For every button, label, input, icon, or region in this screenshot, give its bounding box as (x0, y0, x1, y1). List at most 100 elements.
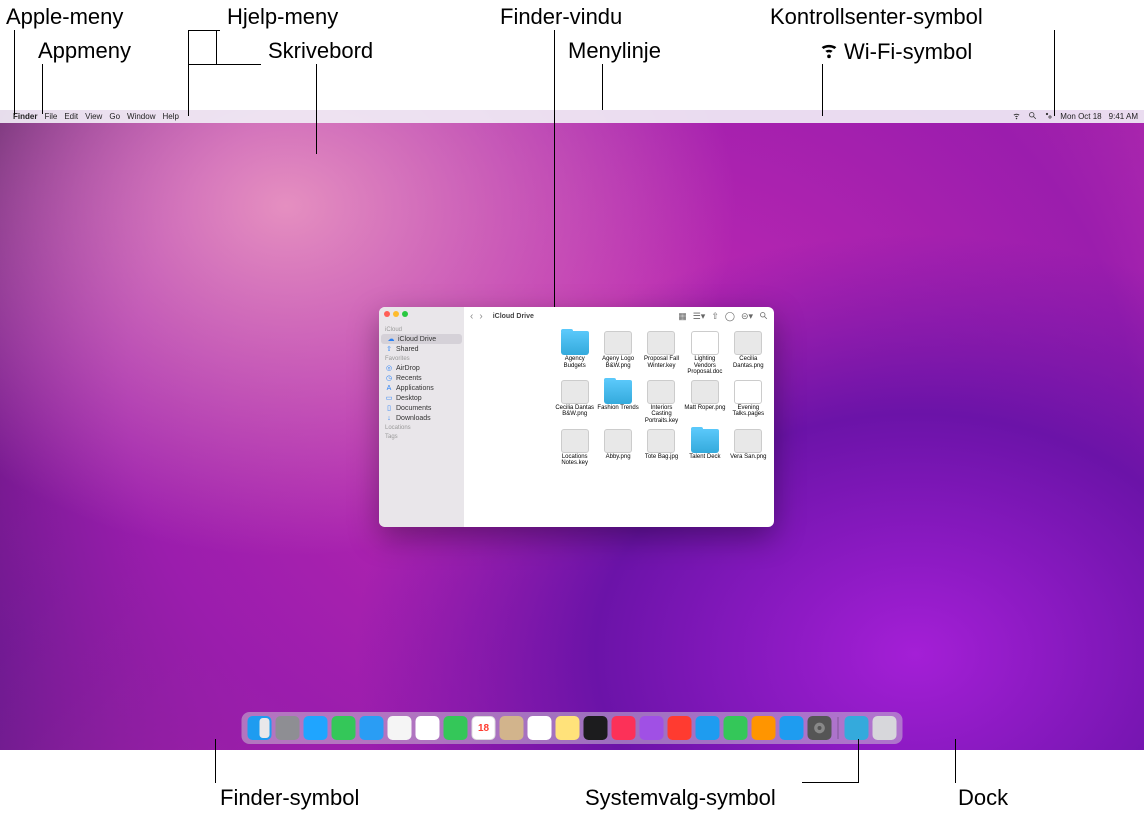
dock-calendar[interactable]: 18 (472, 716, 496, 740)
dock-separator (838, 717, 839, 739)
dock-contacts[interactable] (500, 716, 524, 740)
dock-app-store[interactable] (780, 716, 804, 740)
file-item[interactable]: Talent Deck (683, 429, 726, 467)
app-menu[interactable]: Finder (13, 112, 37, 121)
finder-content: Agency BudgetsAgeny Logo B&W.pngProposal… (549, 325, 774, 527)
file-label: Lighting Vendors Proposal.doc (683, 356, 726, 376)
sidebar-item-shared[interactable]: ⇧Shared (379, 344, 464, 354)
dock-launchpad[interactable] (276, 716, 300, 740)
file-item[interactable]: Abby.png (596, 429, 639, 467)
spotlight-icon[interactable] (1028, 111, 1037, 122)
file-item[interactable]: Locations Notes.key (553, 429, 596, 467)
minimize-button[interactable] (393, 311, 399, 317)
sidebar-item-label: Recents (396, 375, 422, 382)
menu-help[interactable]: Help (162, 112, 178, 121)
dock-numbers[interactable] (724, 716, 748, 740)
file-item[interactable]: Proposal Fall Winter.key (640, 331, 683, 376)
menu-edit[interactable]: Edit (64, 112, 78, 121)
dock-podcasts[interactable] (640, 716, 664, 740)
sidebar-item-applications[interactable]: AApplications (379, 383, 464, 393)
finder-window[interactable]: iCloud☁iCloud Drive⇧SharedFavorites◎AirD… (379, 307, 774, 527)
menu-file[interactable]: File (44, 112, 57, 121)
dock-notes[interactable] (556, 716, 580, 740)
menu-go[interactable]: Go (109, 112, 120, 121)
menu-view[interactable]: View (85, 112, 102, 121)
dock-downloads[interactable] (845, 716, 869, 740)
close-button[interactable] (384, 311, 390, 317)
file-item[interactable]: Fashion Trends (596, 380, 639, 425)
image-icon (734, 429, 762, 453)
sidebar-item-label: Applications (396, 385, 434, 392)
file-item[interactable]: Cecilia Dantas B&W.png (553, 380, 596, 425)
group-button[interactable]: ☰▾ (693, 311, 706, 322)
search-button[interactable] (759, 311, 768, 322)
dock-maps[interactable] (388, 716, 412, 740)
tags-button[interactable]: ◯ (725, 311, 735, 322)
sidebar-item-desktop[interactable]: ▭Desktop (379, 393, 464, 403)
callout-desktop: Skrivebord (268, 38, 373, 64)
dock-mail[interactable] (360, 716, 384, 740)
dock-photos[interactable] (416, 716, 440, 740)
dock-messages[interactable] (332, 716, 356, 740)
sidebar-item-recents[interactable]: ◷Recents (379, 373, 464, 383)
menu-window[interactable]: Window (127, 112, 155, 121)
sidebar-item-airdrop[interactable]: ◎AirDrop (379, 363, 464, 373)
dock-system-preferences[interactable] (808, 716, 832, 740)
file-item[interactable]: Evening Talks.pages (727, 380, 770, 425)
dock-tv[interactable] (584, 716, 608, 740)
file-item[interactable]: Ageny Logo B&W.png (596, 331, 639, 376)
nav-forward-button[interactable]: › (479, 311, 482, 322)
sidebar-item-label: AirDrop (396, 365, 420, 372)
doc-icon: ▯ (385, 404, 393, 412)
callout-help-menu: Hjelp-meny (227, 4, 338, 30)
callout-app-menu: Appmeny (38, 38, 131, 64)
sidebar-header: Locations (379, 423, 464, 432)
file-item[interactable]: Vera San.png (727, 429, 770, 467)
dock-trash[interactable] (873, 716, 897, 740)
menubar-date[interactable]: Mon Oct 18 (1060, 112, 1101, 121)
sidebar-item-documents[interactable]: ▯Documents (379, 403, 464, 413)
dock-finder[interactable] (248, 716, 272, 740)
callout-finder-window: Finder-vindu (500, 4, 622, 30)
doc-icon (734, 380, 762, 404)
dock-facetime[interactable] (444, 716, 468, 740)
file-label: Ageny Logo B&W.png (596, 356, 639, 369)
menubar: Finder File Edit View Go Window Help Mon… (0, 110, 1144, 123)
file-item[interactable]: Cecilia Dantas.png (727, 331, 770, 376)
dock-pages[interactable] (752, 716, 776, 740)
share-button[interactable]: ⇧ (711, 311, 719, 322)
sidebar-item-icloud-drive[interactable]: ☁iCloud Drive (381, 334, 462, 344)
sidebar-item-downloads[interactable]: ↓Downloads (379, 413, 464, 423)
fullscreen-button[interactable] (402, 311, 408, 317)
sidebar-item-label: Shared (396, 346, 419, 353)
callout-control-center: Kontrollsenter-symbol (770, 4, 983, 30)
window-controls (379, 307, 413, 321)
file-label: Interiors Casting Portraits.key (640, 405, 683, 425)
view-icons-button[interactable]: ▦ (678, 311, 687, 322)
dock-music[interactable] (612, 716, 636, 740)
dock-safari[interactable] (304, 716, 328, 740)
folder-icon (604, 380, 632, 404)
file-item[interactable]: Matt Roper.png (683, 380, 726, 425)
file-item[interactable]: Interiors Casting Portraits.key (640, 380, 683, 425)
nav-back-button[interactable]: ‹ (470, 311, 473, 322)
dock-news[interactable] (668, 716, 692, 740)
image-icon (647, 331, 675, 355)
airdrop-icon: ◎ (385, 364, 393, 372)
action-button[interactable]: ⊝▾ (741, 311, 753, 322)
image-icon (647, 380, 675, 404)
wifi-status-icon[interactable] (1012, 111, 1021, 122)
clock-icon: ◷ (385, 374, 393, 382)
file-item[interactable]: Tote Bag.jpg (640, 429, 683, 467)
dock-reminders[interactable] (528, 716, 552, 740)
finder-toolbar: ‹ › iCloud Drive ▦ ☰▾ ⇧ ◯ ⊝▾ (464, 307, 774, 325)
sidebar-header: iCloud (379, 325, 464, 334)
wifi-icon (818, 38, 840, 66)
control-center-icon[interactable] (1044, 111, 1053, 122)
file-item[interactable]: Agency Budgets (553, 331, 596, 376)
file-item[interactable]: Lighting Vendors Proposal.doc (683, 331, 726, 376)
dock-keynote[interactable] (696, 716, 720, 740)
image-icon (561, 429, 589, 453)
menubar-time[interactable]: 9:41 AM (1109, 112, 1138, 121)
file-label: Agency Budgets (553, 356, 596, 369)
